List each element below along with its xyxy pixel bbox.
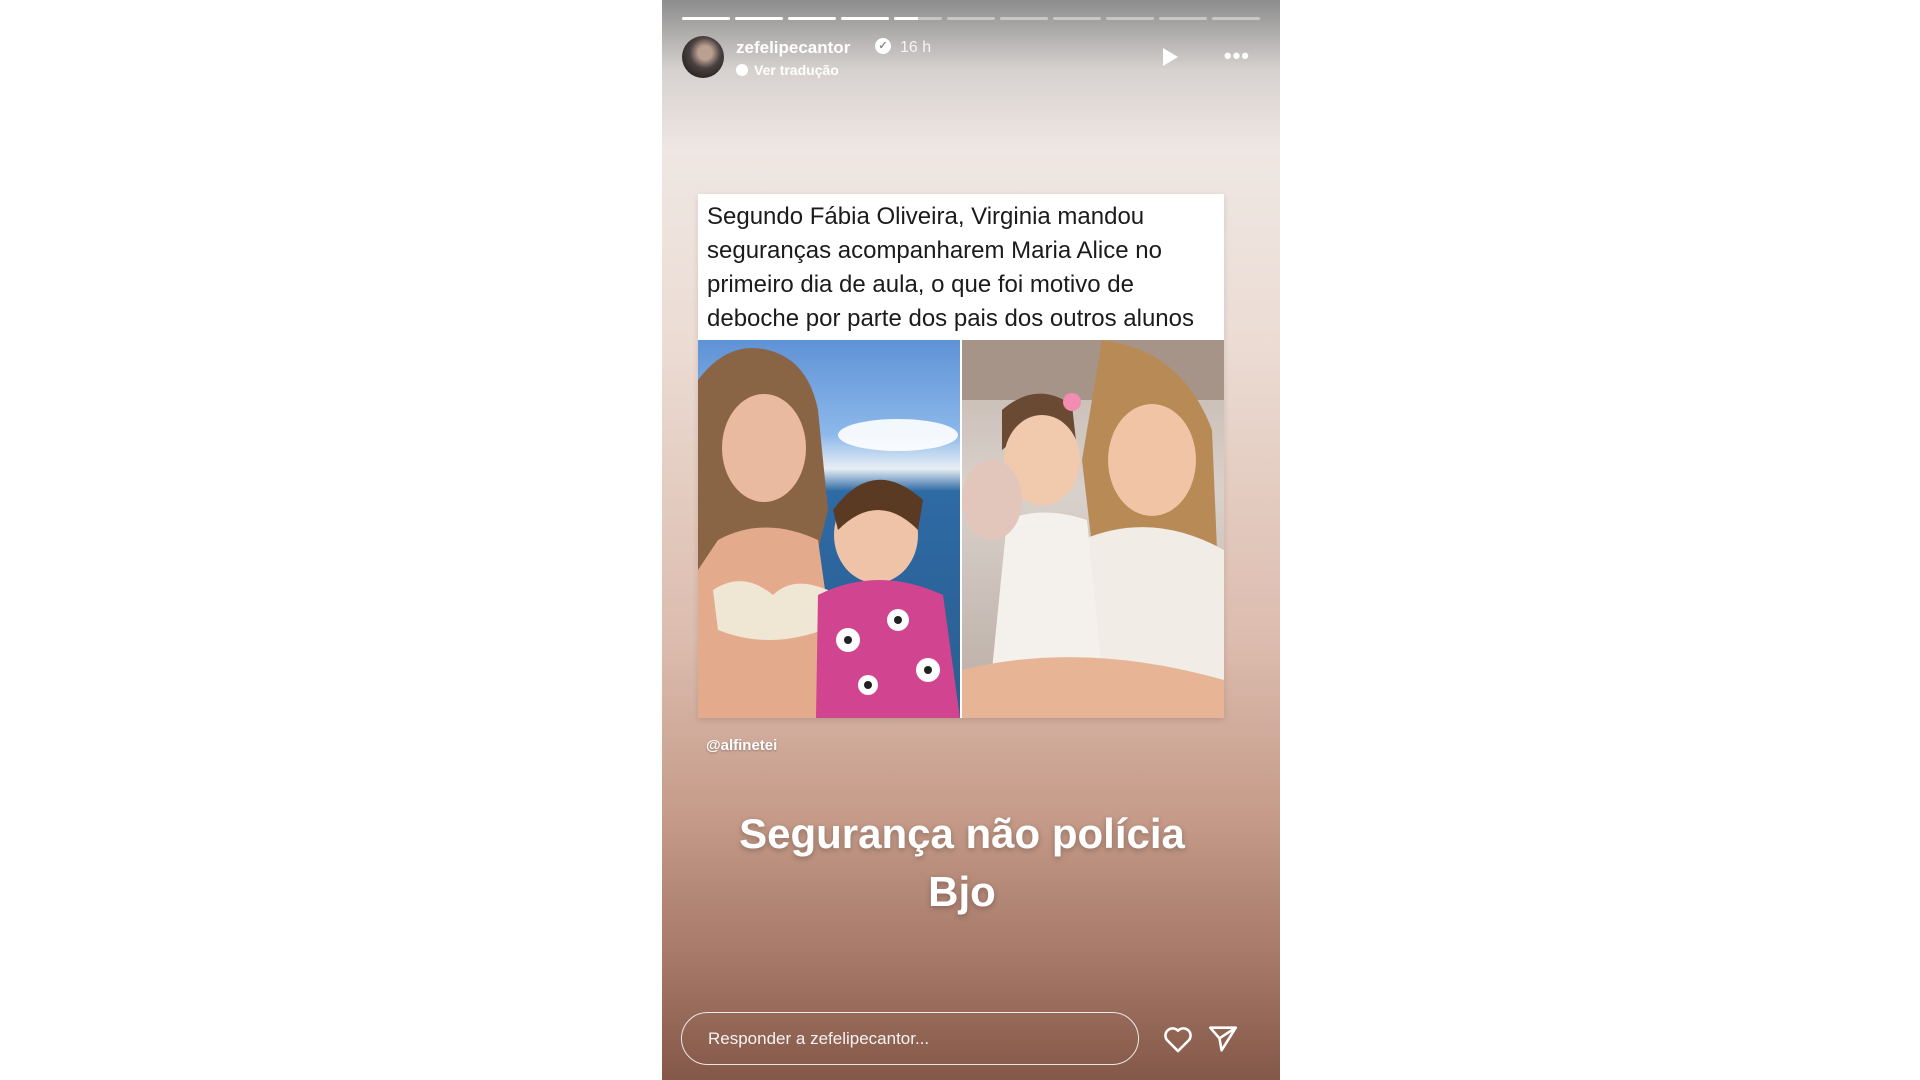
story-progress-fill xyxy=(682,17,730,20)
story-progress-segment xyxy=(682,17,730,20)
heart-icon[interactable] xyxy=(1161,1022,1195,1056)
translate-label: Ver tradução xyxy=(754,62,839,78)
story-progress-segment xyxy=(788,17,836,20)
verified-badge-icon: ✓ xyxy=(875,38,891,54)
story-caption: Segurança não polícia Bjo xyxy=(722,805,1202,921)
shared-post-card[interactable]: Segundo Fábia Oliveira, Virginia mandou … xyxy=(698,194,1224,718)
story-progress-fill xyxy=(894,17,918,20)
translate-link[interactable]: Ver tradução xyxy=(736,62,839,78)
caption-line-2: Bjo xyxy=(928,868,996,915)
story-progress-segment xyxy=(1212,17,1260,20)
post-text: Segundo Fábia Oliveira, Virginia mandou … xyxy=(707,203,1194,332)
reply-input[interactable] xyxy=(682,1013,1138,1064)
story-progress-fill xyxy=(788,17,836,20)
username[interactable]: zefelipecantor xyxy=(736,38,850,58)
post-photo-right xyxy=(962,340,1224,718)
story-progress-segment xyxy=(947,17,995,20)
send-icon[interactable] xyxy=(1206,1022,1240,1056)
post-photo-left xyxy=(698,340,960,718)
story-progress-bar xyxy=(682,17,1260,20)
reply-box[interactable] xyxy=(681,1012,1139,1065)
story-progress-segment xyxy=(1053,17,1101,20)
more-options-icon[interactable]: ••• xyxy=(1224,45,1250,67)
story-progress-segment xyxy=(894,17,942,20)
story-progress-segment xyxy=(1159,17,1207,20)
caption-line-1: Segurança não polícia xyxy=(739,810,1185,857)
post-credit[interactable]: @alfinetei xyxy=(706,737,777,754)
story-header: zefelipecantor ✓ 16 h Ver tradução ••• xyxy=(682,35,1260,81)
story-progress-fill xyxy=(841,17,889,20)
play-icon[interactable] xyxy=(1163,48,1178,66)
translate-icon xyxy=(736,64,748,76)
story-viewer: zefelipecantor ✓ 16 h Ver tradução ••• S… xyxy=(662,0,1280,1080)
story-progress-segment xyxy=(735,17,783,20)
story-progress-segment xyxy=(1106,17,1154,20)
time-ago: 16 h xyxy=(900,39,932,56)
story-progress-segment xyxy=(841,17,889,20)
story-progress-segment xyxy=(1000,17,1048,20)
story-progress-fill xyxy=(735,17,783,20)
profile-avatar[interactable] xyxy=(682,36,724,78)
